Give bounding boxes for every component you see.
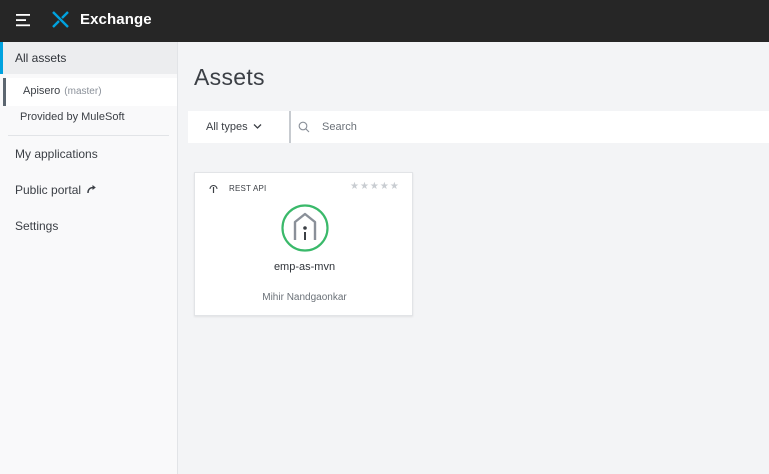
sidebar-item-label: All assets [15,51,67,65]
page-title: Assets [194,64,265,90]
org-branch: (master) [64,86,102,97]
search-icon [298,121,310,133]
asset-owner: Mihir Nandgaonkar [262,292,347,303]
api-asset-icon [281,204,329,252]
asset-card[interactable]: REST API ★★★★★ emp-as-mvn Mihir Nandgaon… [194,172,413,316]
chevron-down-icon [253,124,262,129]
sidebar: All assets Apisero (master) Provided by M… [0,42,178,474]
sidebar-item-all-assets[interactable]: All assets [0,42,177,74]
sidebar-item-settings[interactable]: Settings [15,219,58,233]
search-input[interactable] [316,113,756,141]
sidebar-item-my-applications[interactable]: My applications [15,147,98,161]
type-filter-dropdown[interactable]: All types [206,121,262,133]
sidebar-item-provided-by-mulesoft[interactable]: Provided by MuleSoft [3,104,177,132]
sidebar-divider [8,135,169,136]
rest-api-icon [209,185,218,193]
hamburger-menu-icon[interactable] [13,10,33,30]
app-title[interactable]: Exchange [80,11,152,28]
exchange-logo-icon[interactable] [51,10,70,29]
sidebar-item-org[interactable]: Apisero (master) [3,78,177,106]
sidebar-org-label: Apisero (master) [23,85,102,97]
type-filter-label: All types [206,121,248,133]
sidebar-item-label: Public portal [15,183,82,197]
filter-divider [289,111,291,143]
top-bar: Exchange [0,0,769,42]
rating-stars[interactable]: ★★★★★ [350,181,400,192]
asset-type-label: REST API [229,184,267,193]
external-link-icon [87,185,97,194]
sidebar-item-public-portal[interactable]: Public portal [15,183,97,197]
sidebar-item-label: Provided by MuleSoft [20,111,125,123]
org-name: Apisero [23,85,61,97]
asset-name[interactable]: emp-as-mvn [195,261,414,273]
